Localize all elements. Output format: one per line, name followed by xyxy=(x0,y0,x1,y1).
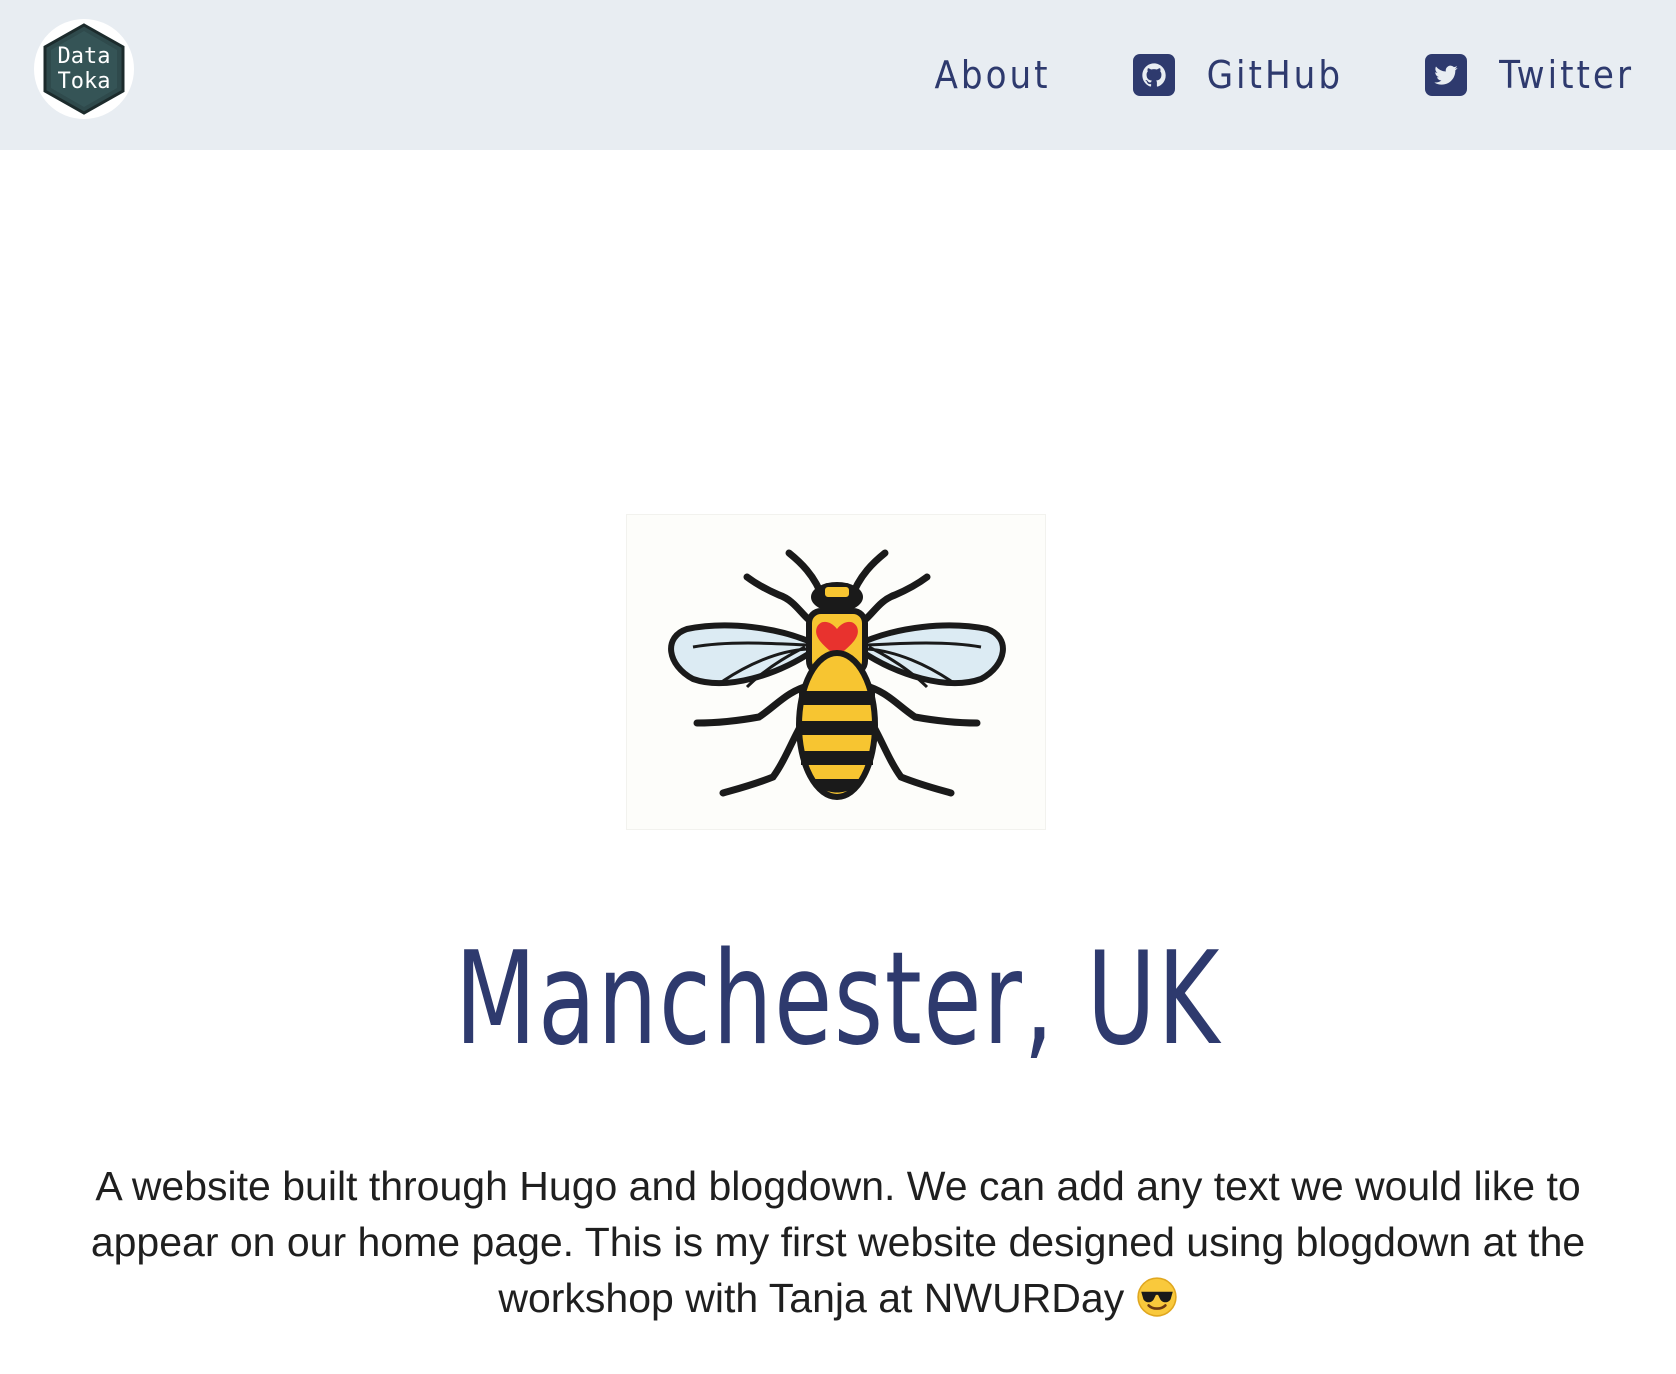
nav-twitter-link[interactable]: Twitter xyxy=(1425,53,1634,97)
nav-links: About GitHub Twitter xyxy=(934,0,1634,150)
smiling-face-with-sunglasses-icon xyxy=(1136,1277,1177,1317)
worker-bee-icon xyxy=(668,549,1006,800)
logo-text-line1: Data xyxy=(58,44,111,69)
nav-about-label: About xyxy=(934,53,1051,97)
nav-twitter-label: Twitter xyxy=(1499,53,1634,97)
navbar: Data Toka About GitHub Twitter xyxy=(0,0,1676,150)
intro-sentence: A website built through Hugo and blogdow… xyxy=(90,1163,1586,1321)
twitter-icon xyxy=(1425,54,1468,96)
intro-text: A website built through Hugo and blogdow… xyxy=(40,1158,1636,1326)
datatoka-logo-icon: Data Toka xyxy=(43,23,125,115)
nav-about-link[interactable]: About xyxy=(934,53,1050,97)
logo-text-line2: Toka xyxy=(58,69,111,94)
nav-github-label: GitHub xyxy=(1206,53,1344,97)
site-logo[interactable]: Data Toka xyxy=(34,19,134,119)
page-title: Manchester, UK xyxy=(454,925,1222,1074)
manchester-bee-image xyxy=(626,514,1046,830)
nav-github-link[interactable]: GitHub xyxy=(1132,53,1344,97)
github-icon xyxy=(1132,54,1175,96)
